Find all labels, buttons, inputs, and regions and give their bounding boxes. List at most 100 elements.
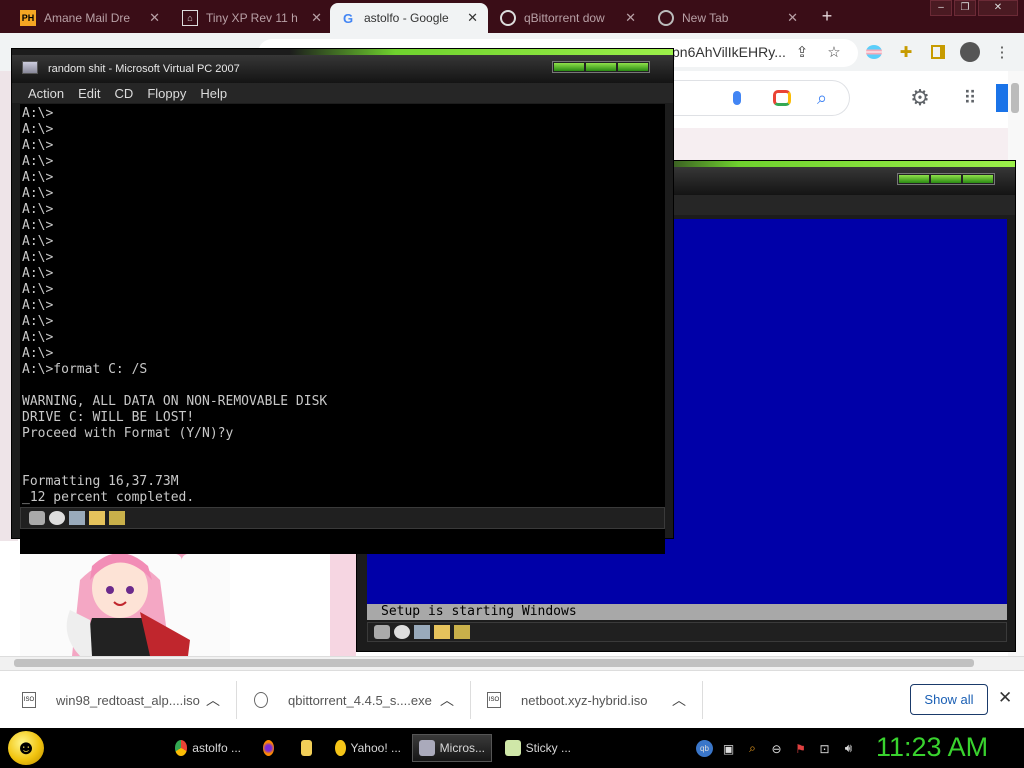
dos-console[interactable]: A:\> A:\> A:\> A:\> A:\> A:\> A:\> A:\> A:\> A:\>… (20, 104, 665, 554)
close-tab-icon[interactable]: ✕ (149, 10, 160, 26)
floppy-icon[interactable] (414, 625, 430, 639)
taskbar-item-virtual-pc[interactable]: Micros... (412, 734, 492, 762)
hard-disk-icon[interactable] (29, 511, 45, 525)
download-options-chevron-icon[interactable]: ︿ (440, 690, 454, 710)
window-controls[interactable] (897, 173, 995, 185)
minimize-button[interactable]: – (930, 0, 952, 16)
lens-icon[interactable] (770, 86, 794, 110)
messenger-tray-icon[interactable]: ⊖ (768, 740, 785, 757)
close-tab-icon[interactable]: ✕ (467, 10, 478, 26)
url-text[interactable]: pn6AhVilIkEHRy... (672, 44, 786, 60)
google-icon: G (342, 10, 354, 26)
floppy-icon[interactable] (69, 511, 85, 525)
virtual-pc-icon (419, 740, 435, 756)
taskbar-item-sticky-notes[interactable]: Sticky ... (498, 734, 578, 762)
horizontal-scrollbar-thumb[interactable] (14, 659, 974, 667)
image-result-partial[interactable] (330, 540, 356, 656)
mic-icon[interactable] (725, 86, 749, 110)
taskbar-clock[interactable]: 11:23 AM (876, 732, 988, 763)
hard-disk-icon[interactable] (374, 625, 390, 639)
security-alert-tray-icon[interactable]: ⚑ (792, 740, 809, 757)
menu-edit[interactable]: Edit (78, 86, 100, 101)
apps-icon[interactable]: ⠿ (958, 86, 982, 110)
share-icon[interactable]: ⇪ (790, 40, 814, 64)
close-button[interactable] (618, 63, 648, 71)
task-label: Sticky ... (525, 741, 571, 755)
firefox-icon (263, 740, 274, 756)
sidebar-icon[interactable] (926, 40, 950, 64)
start-button[interactable]: ☻ (8, 731, 44, 765)
close-tab-icon[interactable]: ✕ (625, 10, 636, 26)
desktop-screen: PH Amane Mail Dre ✕ ⌂ Tiny XP Rev 11 h ✕… (0, 0, 1024, 768)
profile-avatar-icon[interactable] (958, 40, 982, 64)
astolfo-image-result[interactable]: ✦ (20, 540, 230, 656)
display-tray-icon[interactable]: ▣ (720, 740, 737, 757)
console-line: A:\> (22, 314, 54, 329)
new-tab-button[interactable]: + (816, 6, 838, 28)
sign-in-button[interactable] (996, 84, 1008, 112)
download-item-netboot[interactable]: ISO netboot.xyz-hybrid.iso (487, 688, 647, 712)
volume-tray-icon[interactable]: 🔊︎ (840, 740, 857, 757)
menu-floppy[interactable]: Floppy (147, 86, 186, 101)
image-result-row[interactable] (672, 128, 1008, 160)
shared-folder-icon[interactable] (89, 511, 105, 525)
tab-new-tab[interactable]: New Tab ✕ (648, 3, 808, 33)
download-options-chevron-icon[interactable]: ︿ (672, 690, 686, 710)
extensions-puzzle-icon[interactable]: ✚ (894, 40, 918, 64)
menu-action[interactable]: Action (28, 86, 64, 101)
search-icon[interactable]: ⌕ (810, 86, 834, 110)
close-window-button[interactable]: ✕ (978, 0, 1018, 16)
menu-help[interactable]: Help (200, 86, 227, 101)
console-line: A:\> (22, 250, 54, 265)
tab-tiny-xp[interactable]: ⌂ Tiny XP Rev 11 h ✕ (172, 3, 332, 33)
cd-drive-icon[interactable] (394, 625, 410, 639)
search-tray-icon[interactable]: ⌕ (744, 740, 761, 757)
taskbar-item-yahoo[interactable]: Yahoo! ... (328, 734, 408, 762)
archive-icon: ⌂ (182, 10, 198, 26)
close-tab-icon[interactable]: ✕ (787, 10, 798, 26)
show-all-downloads-button[interactable]: Show all (910, 684, 988, 715)
menu-cd[interactable]: CD (115, 86, 134, 101)
console-line: DRIVE C: WILL BE LOST! (22, 410, 195, 425)
taskbar-item-firefox[interactable] (256, 734, 286, 762)
cd-drive-icon[interactable] (49, 511, 65, 525)
task-label: Yahoo! ... (350, 741, 401, 755)
qbittorrent-tray-icon[interactable]: qb (696, 740, 713, 757)
close-tab-icon[interactable]: ✕ (311, 10, 322, 26)
console-line: A:\> (22, 282, 54, 297)
tab-label: qBittorrent dow (524, 11, 605, 25)
shared-folder-icon[interactable] (434, 625, 450, 639)
maximize-button[interactable] (586, 63, 616, 71)
chrome-menu-icon[interactable]: ⋮ (990, 40, 1014, 64)
console-line: A:\> (22, 298, 54, 313)
taskbar-item-explorer[interactable] (294, 734, 324, 762)
network-icon[interactable] (109, 511, 125, 525)
minimize-button[interactable] (554, 63, 584, 71)
taskbar-item-chrome[interactable]: astolfo ... (168, 734, 248, 762)
gear-icon[interactable]: ⚙ (908, 85, 932, 110)
download-item-qbittorrent[interactable]: qbittorrent_4.4.5_s....exe (254, 688, 432, 712)
network-icon[interactable] (454, 625, 470, 639)
installer-icon (254, 692, 268, 708)
minimize-button[interactable] (899, 175, 929, 183)
close-downloads-bar-icon[interactable]: ✕ (998, 688, 1012, 708)
task-label: Micros... (439, 741, 485, 755)
download-item-win98[interactable]: ISO win98_redtoast_alp....iso (22, 688, 200, 712)
page-scrollbar-thumb[interactable] (1011, 83, 1019, 113)
console-line: A:\> (22, 266, 54, 281)
tab-astolfo-google[interactable]: G astolfo - Google ✕ (330, 3, 488, 33)
window-controls[interactable] (552, 61, 650, 73)
network-tray-icon[interactable]: ⊡ (816, 740, 833, 757)
tab-qbittorrent[interactable]: qBittorrent dow ✕ (490, 3, 646, 33)
bookmark-star-icon[interactable]: ☆ (822, 40, 846, 64)
virtual-pc-window-dos[interactable]: random shit - Microsoft Virtual PC 2007 … (11, 48, 674, 554)
close-button[interactable] (963, 175, 993, 183)
console-line: Formatting 16,37.73M (22, 474, 179, 489)
maximize-button[interactable] (931, 175, 961, 183)
tab-amane[interactable]: PH Amane Mail Dre ✕ (10, 3, 170, 33)
download-options-chevron-icon[interactable]: ︿ (206, 690, 220, 710)
profile-flag-icon[interactable] (862, 40, 886, 64)
maximize-button[interactable]: ❐ (954, 0, 976, 16)
